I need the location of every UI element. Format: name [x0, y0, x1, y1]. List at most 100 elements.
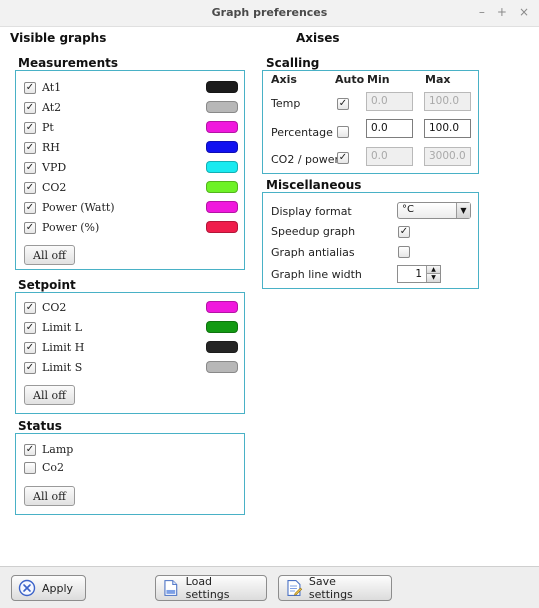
measurement-row-co2: ✓ CO2: [24, 181, 66, 194]
visible-graphs-title: Visible graphs: [10, 31, 107, 45]
checkbox[interactable]: ✓: [24, 161, 36, 174]
measurement-label: Pt: [42, 121, 54, 134]
setpoint-item-label: Limit L: [42, 321, 82, 334]
setpoint-group: ✓ CO2 ✓ Limit L ✓ Limit H ✓ Limit S All …: [15, 292, 245, 414]
display-format-label: Display format: [271, 205, 352, 218]
measurement-row-rh: ✓ RH: [24, 141, 60, 154]
spinner-up-icon[interactable]: ▲: [426, 266, 440, 274]
setpoint-row-co2: ✓ CO2: [24, 301, 66, 314]
checkbox[interactable]: ✓: [24, 181, 36, 194]
line-width-value: 1: [415, 268, 422, 280]
misc-group: Display format °C ▼ Speedup graph ✓ Grap…: [262, 192, 479, 289]
setpoint-row-limit-h: ✓ Limit H: [24, 341, 84, 354]
measurement-label: VPD: [42, 161, 67, 174]
checkbox[interactable]: ✓: [24, 81, 36, 94]
checkbox[interactable]: ✓: [24, 101, 36, 114]
color-swatch-power-percent[interactable]: [206, 221, 238, 233]
axis-label-percentage: Percentage: [271, 126, 333, 139]
apply-label: Apply: [42, 581, 74, 595]
maximize-button[interactable]: +: [497, 5, 507, 19]
measurement-row-at2: ✓ At2: [24, 101, 61, 114]
checkbox[interactable]: ✓: [24, 201, 36, 214]
measurement-label: RH: [42, 141, 60, 154]
document-edit-icon: [287, 579, 303, 597]
save-settings-button[interactable]: Save settings: [278, 575, 392, 601]
load-settings-button[interactable]: Load settings: [155, 575, 267, 601]
color-swatch-setpoint-co2[interactable]: [206, 301, 238, 313]
scaling-group: Axis Auto Min Max Temp ✓ 0.0 100.0 Perce…: [262, 70, 479, 174]
checkbox[interactable]: ✓: [24, 321, 36, 334]
setpoint-all-off-button[interactable]: All off: [24, 385, 75, 405]
auto-checkbox-temp[interactable]: ✓: [337, 98, 349, 110]
measurements-all-off-button[interactable]: All off: [24, 245, 75, 265]
measurements-group: ✓ At1 ✓ At2 ✓ Pt ✓ RH ✓ VPD ✓ CO2 ✓ Powe…: [15, 70, 245, 270]
measurement-row-at1: ✓ At1: [24, 81, 61, 94]
setpoint-item-label: Limit H: [42, 341, 85, 354]
speedup-label: Speedup graph: [271, 225, 356, 238]
load-settings-label: Load settings: [185, 575, 230, 601]
setpoint-label: Setpoint: [18, 278, 76, 292]
checkbox[interactable]: ✓: [24, 141, 36, 154]
checkbox[interactable]: ✓: [24, 301, 36, 314]
speedup-checkbox[interactable]: ✓: [398, 226, 410, 238]
measurement-label: CO2: [42, 181, 67, 194]
min-header: Min: [367, 73, 390, 86]
color-swatch-power-watt[interactable]: [206, 201, 238, 213]
spinner-down-icon[interactable]: ▼: [426, 274, 440, 282]
setpoint-item-label: Limit S: [42, 361, 83, 374]
checkbox[interactable]: ✓: [24, 443, 36, 456]
minimize-button[interactable]: –: [479, 5, 485, 19]
status-label: Status: [18, 419, 62, 433]
color-swatch-pt[interactable]: [206, 121, 238, 133]
color-swatch-at1[interactable]: [206, 81, 238, 93]
display-format-select[interactable]: °C ▼: [397, 202, 471, 219]
min-field-co2-power[interactable]: 0.0: [366, 147, 413, 166]
checkbox[interactable]: [24, 461, 36, 474]
min-field-temp[interactable]: 0.0: [366, 92, 413, 111]
measurement-row-pt: ✓ Pt: [24, 121, 54, 134]
checkbox[interactable]: ✓: [24, 221, 36, 234]
checkbox[interactable]: ✓: [24, 361, 36, 374]
color-swatch-limit-h[interactable]: [206, 341, 238, 353]
measurement-label: At1: [42, 81, 62, 94]
antialias-checkbox[interactable]: [398, 246, 410, 258]
status-item-label: Lamp: [42, 443, 74, 456]
color-swatch-limit-l[interactable]: [206, 321, 238, 333]
min-field-percentage[interactable]: 0.0: [366, 119, 413, 138]
color-swatch-vpd[interactable]: [206, 161, 238, 173]
document-icon: [164, 580, 178, 596]
max-header: Max: [425, 73, 451, 86]
checkbox[interactable]: ✓: [24, 341, 36, 354]
chevron-down-icon: ▼: [456, 203, 470, 218]
checkbox[interactable]: ✓: [24, 121, 36, 134]
color-swatch-rh[interactable]: [206, 141, 238, 153]
max-field-percentage[interactable]: 100.0: [424, 119, 471, 138]
axis-label-temp: Temp: [271, 97, 301, 110]
misc-label: Miscellaneous: [266, 178, 362, 192]
measurement-label: Power (%): [42, 221, 100, 234]
max-field-co2-power[interactable]: 3000.0: [424, 147, 471, 166]
line-width-label: Graph line width: [271, 268, 362, 281]
bottom-bar: Apply Load settings Save settings: [0, 566, 539, 608]
color-swatch-limit-s[interactable]: [206, 361, 238, 373]
setpoint-row-limit-l: ✓ Limit L: [24, 321, 82, 334]
auto-checkbox-co2-power[interactable]: ✓: [337, 152, 349, 164]
axis-label-co2-power: CO2 / power: [271, 153, 340, 166]
status-all-off-button[interactable]: All off: [24, 486, 75, 506]
window-controls: – + ×: [479, 5, 529, 19]
auto-checkbox-percentage[interactable]: [337, 126, 349, 138]
line-width-spinner[interactable]: 1 ▲ ▼: [397, 265, 441, 283]
measurement-row-power-percent: ✓ Power (%): [24, 221, 99, 234]
max-field-temp[interactable]: 100.0: [424, 92, 471, 111]
color-swatch-co2[interactable]: [206, 181, 238, 193]
apply-button[interactable]: Apply: [11, 575, 86, 601]
close-button[interactable]: ×: [519, 5, 529, 19]
status-row-lamp: ✓ Lamp: [24, 443, 73, 456]
axises-title: Axises: [296, 31, 340, 45]
save-settings-label: Save settings: [308, 575, 353, 601]
measurement-row-power-watt: ✓ Power (Watt): [24, 201, 115, 214]
axis-header: Axis: [271, 73, 297, 86]
status-group: ✓ Lamp Co2 All off: [15, 433, 245, 515]
setpoint-item-label: CO2: [42, 301, 67, 314]
color-swatch-at2[interactable]: [206, 101, 238, 113]
